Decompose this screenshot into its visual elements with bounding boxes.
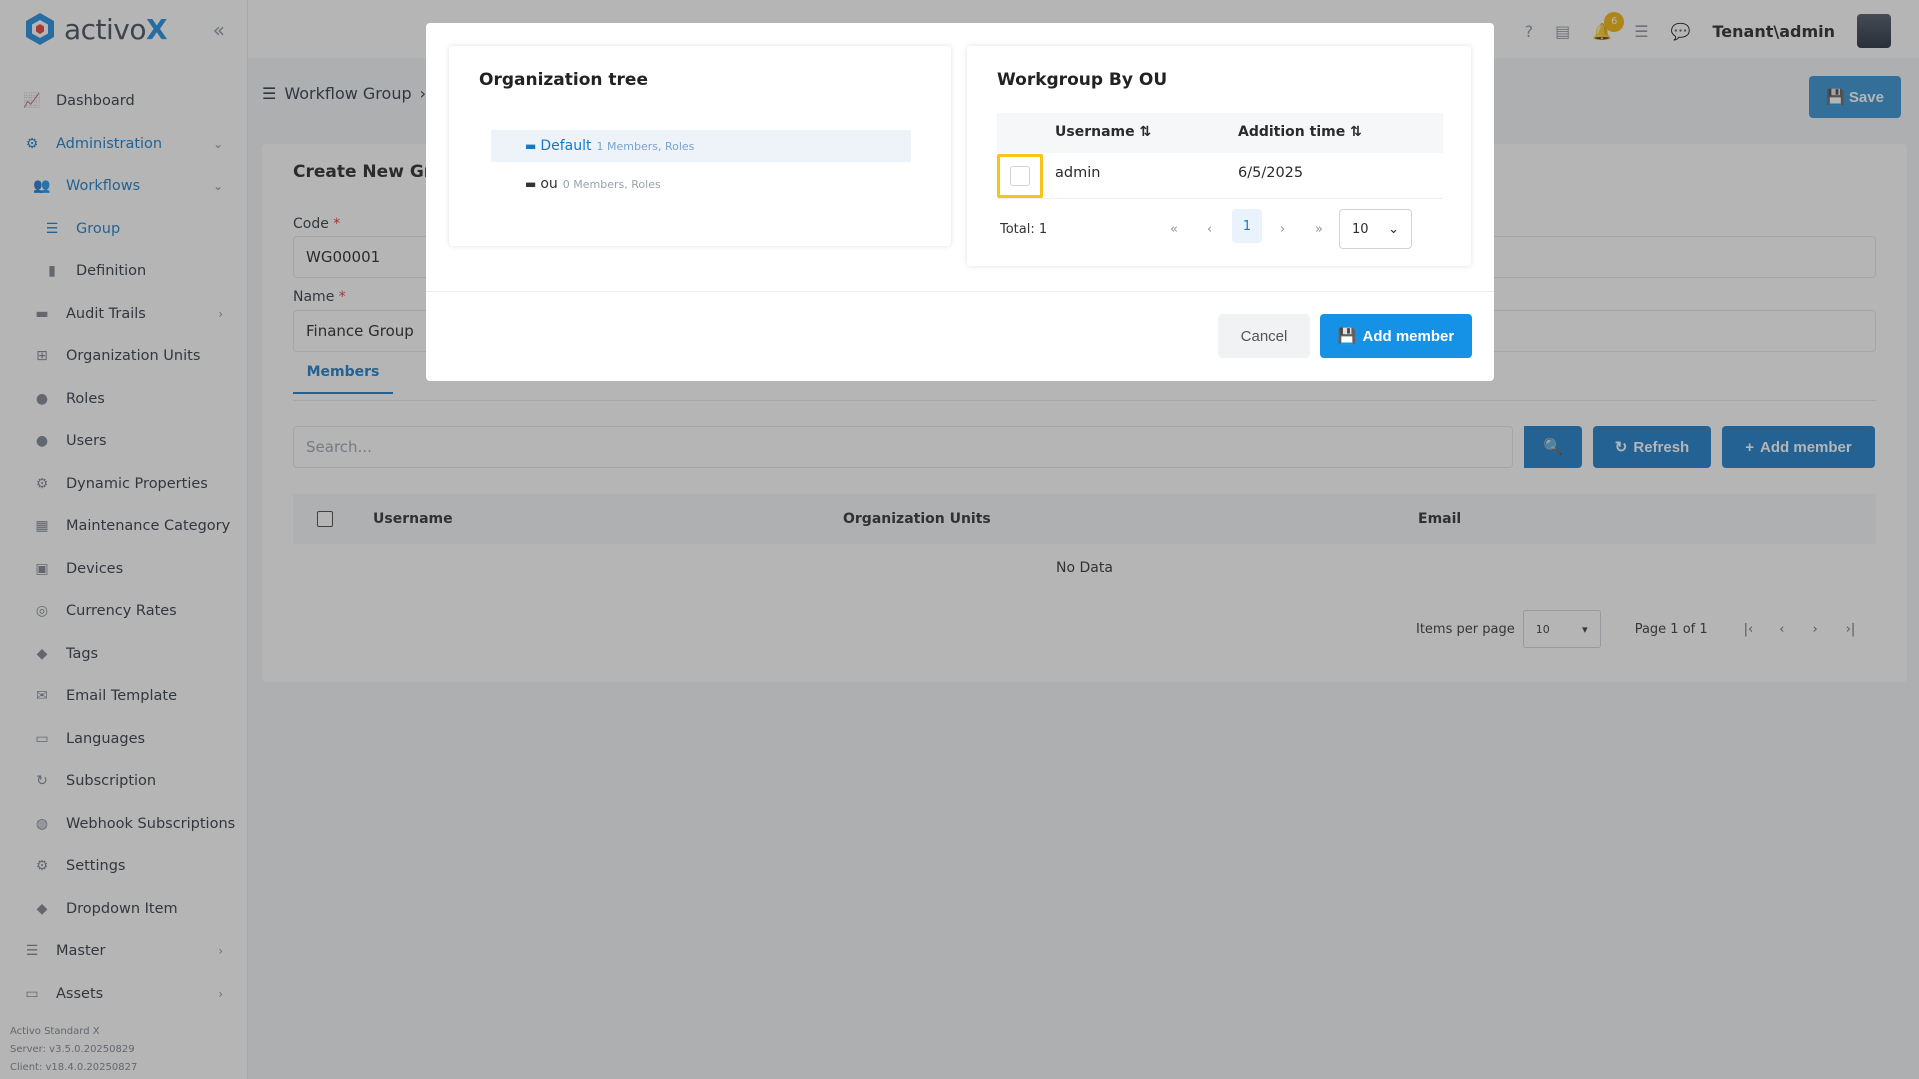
folder-icon: ▬: [525, 139, 537, 153]
row-checkbox[interactable]: [1010, 166, 1030, 186]
save-icon: 💾: [1337, 328, 1357, 345]
sort-icon: ⇅: [1350, 124, 1362, 140]
cancel-button[interactable]: Cancel: [1218, 314, 1310, 358]
row-checkbox-highlight[interactable]: [997, 154, 1043, 198]
modal-footer-divider: [426, 291, 1494, 292]
tree-node-default[interactable]: ▬ Default 1 Members, Roles: [491, 130, 911, 162]
last-page-icon[interactable]: »: [1315, 222, 1323, 237]
add-member-modal: Organization tree ▬ Default 1 Members, R…: [426, 23, 1494, 381]
workgroup-table-header: Username ⇅ Addition time ⇅: [997, 113, 1443, 153]
column-username[interactable]: Username ⇅: [1055, 124, 1151, 140]
tree-node-meta: 1 Members, Roles: [596, 139, 695, 153]
tree-title: Organization tree: [479, 70, 648, 90]
workgroup-title: Workgroup By OU: [997, 70, 1168, 90]
page-size-value: 10: [1352, 221, 1369, 237]
tree-node-ou[interactable]: ▬ ou 0 Members, Roles: [491, 168, 911, 200]
page-size-select[interactable]: 10 ⌄: [1339, 209, 1412, 249]
tree-node-name: Default: [540, 138, 592, 154]
modal-add-member-button[interactable]: 💾 Add member: [1320, 314, 1472, 358]
next-page-icon[interactable]: ›: [1280, 222, 1285, 237]
modal-add-member-label: Add member: [1362, 327, 1455, 345]
column-addition-time[interactable]: Addition time ⇅: [1238, 124, 1362, 140]
current-page-button[interactable]: 1: [1232, 209, 1262, 243]
prev-page-icon[interactable]: ‹: [1207, 222, 1212, 237]
folder-icon: ▬: [525, 177, 537, 191]
sort-icon: ⇅: [1139, 124, 1152, 140]
row-username: admin: [1055, 165, 1101, 181]
organization-tree-panel: Organization tree ▬ Default 1 Members, R…: [449, 46, 951, 246]
chevron-down-icon: ⌄: [1388, 221, 1399, 237]
row-addition-time: 6/5/2025: [1238, 165, 1304, 181]
workgroup-panel: Workgroup By OU Username ⇅ Addition time…: [967, 46, 1471, 266]
first-page-icon[interactable]: «: [1170, 222, 1178, 237]
total-count: Total: 1: [1000, 222, 1048, 237]
tree-node-name: ou: [540, 176, 558, 192]
table-row: admin 6/5/2025: [997, 153, 1443, 199]
tree-node-meta: 0 Members, Roles: [562, 177, 661, 191]
